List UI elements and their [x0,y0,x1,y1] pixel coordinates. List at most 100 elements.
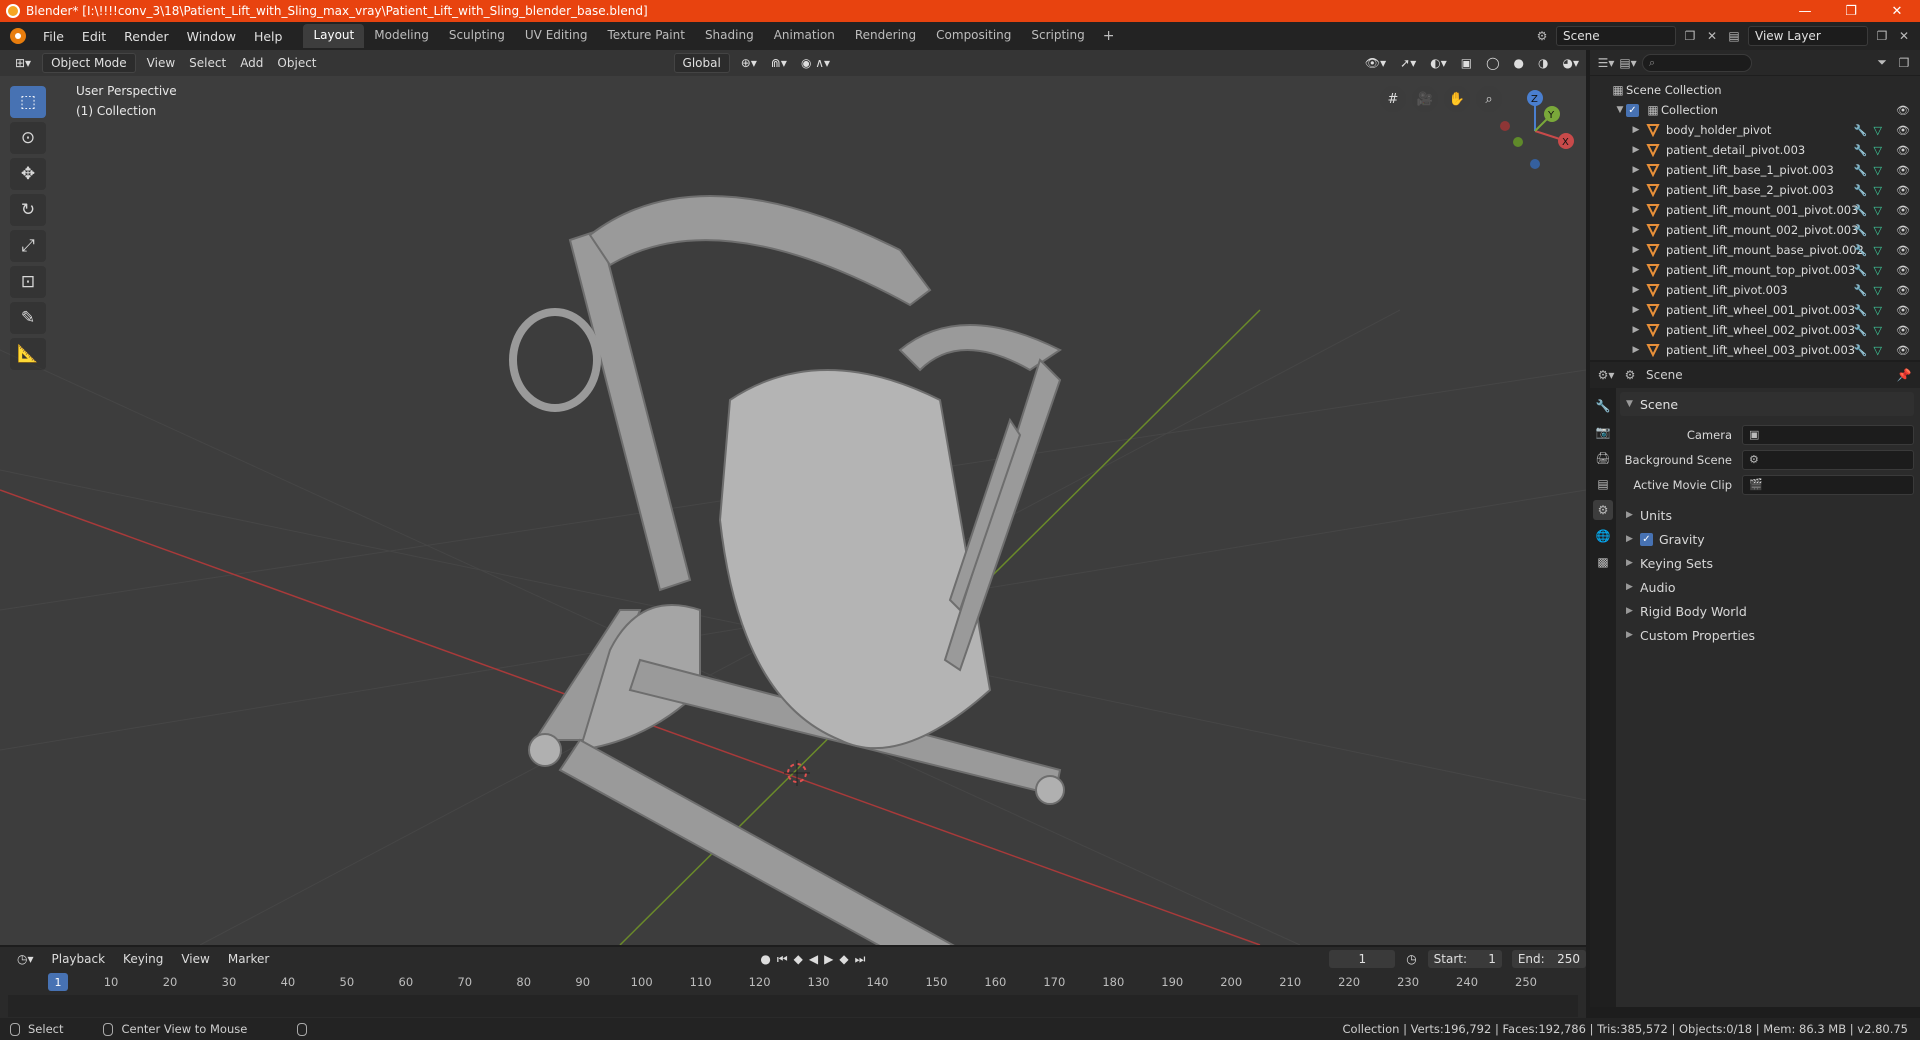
modifier-wrench-icon[interactable]: 🔧 [1854,284,1868,297]
visibility-eye-icon[interactable]: 👁 [1896,324,1910,337]
view-layer-icon[interactable]: ▤ [1726,28,1742,44]
expand-chevron-icon[interactable]: ▶ [1630,245,1642,255]
viewport-menu-view[interactable]: View [140,54,182,72]
modifier-wrench-icon[interactable]: 🔧 [1854,324,1868,337]
visibility-eye-icon[interactable]: 👁 [1896,224,1910,237]
background-scene-field[interactable]: ⚙ [1742,449,1914,470]
cursor-tool-icon[interactable]: ⊙ [10,122,46,154]
next-keyframe-icon[interactable]: ◆ [839,952,848,966]
menu-help[interactable]: Help [245,29,292,44]
modifier-wrench-icon[interactable]: 🔧 [1854,244,1868,257]
expand-chevron-icon[interactable]: ▶ [1630,185,1642,195]
new-scene-icon[interactable]: ❐ [1682,28,1698,44]
clock-icon[interactable]: ◷ [1399,950,1423,968]
mesh-data-icon[interactable]: ▽ [1874,344,1882,357]
gravity-panel[interactable]: ▶ ✓ Gravity [1620,527,1914,551]
keying-sets-panel[interactable]: ▶ Keying Sets [1620,551,1914,575]
keyframe-track[interactable] [8,995,1578,1017]
transform-tool-icon[interactable]: ⊡ [10,266,46,298]
tab-scripting[interactable]: Scripting [1021,24,1094,48]
minimize-button[interactable]: — [1782,4,1828,19]
units-panel[interactable]: ▶ Units [1620,503,1914,527]
mode-dropdown[interactable]: Object Mode [42,53,136,73]
jump-start-icon[interactable]: ⏮ [777,952,788,967]
properties-editor-type-icon[interactable]: ⚙▾ [1598,367,1615,383]
rotate-tool-icon[interactable]: ↻ [10,194,46,226]
custom-properties-panel[interactable]: ▶ Custom Properties [1620,623,1914,647]
start-frame-field[interactable]: Start: 1 [1427,950,1502,968]
tab-sculpting[interactable]: Sculpting [439,24,515,48]
outliner-object-row[interactable]: ▶ patient_lift_mount_001_pivot.003 🔧 ▽ 👁 [1590,200,1920,220]
menu-file[interactable]: File [34,29,73,44]
mesh-data-icon[interactable]: ▽ [1874,144,1882,157]
outliner-object-row[interactable]: ▶ patient_lift_wheel_003_pivot.003 🔧 ▽ 👁 [1590,340,1920,360]
tab-layout[interactable]: Layout [303,24,365,48]
visibility-eye-icon[interactable]: 👁 [1896,284,1910,297]
tab-rendering[interactable]: Rendering [845,24,926,48]
patient-lift-model[interactable] [509,194,1065,945]
outliner-editor-type-icon[interactable]: ☰▾ [1598,55,1615,71]
tab-animation[interactable]: Animation [764,24,845,48]
visibility-eye-icon[interactable]: 👁 [1896,124,1910,137]
end-frame-field[interactable]: End: 250 [1511,950,1586,968]
timeline-view-menu[interactable]: View [174,950,216,968]
outliner-object-row[interactable]: ▶ patient_detail_pivot.003 🔧 ▽ 👁 [1590,140,1920,160]
viewport-menu-object[interactable]: Object [270,54,323,72]
timeline-editor-type-icon[interactable]: ◷▾ [10,950,41,968]
visibility-eye-icon[interactable]: 👁 [1896,144,1910,157]
modifier-wrench-icon[interactable]: 🔧 [1854,144,1868,157]
output-tab-icon[interactable]: 🖨 [1593,448,1613,468]
current-frame-field[interactable]: 1 [1329,950,1396,968]
mesh-data-icon[interactable]: ▽ [1874,244,1882,257]
close-button[interactable]: ✕ [1874,4,1920,19]
pan-hand-icon[interactable]: ✋ [1444,86,1470,112]
marker-menu[interactable]: Marker [221,950,276,968]
proportional-edit-icon[interactable]: ◉ ∧▾ [794,54,837,72]
render-tab-icon[interactable]: 📷 [1593,422,1613,442]
filter-icon[interactable]: ⏷ [1874,55,1890,71]
xray-icon[interactable]: ▣ [1454,54,1479,72]
world-tab-icon[interactable]: 🌐 [1593,526,1613,546]
record-icon[interactable]: ● [760,952,770,966]
outliner-object-row[interactable]: ▶ patient_lift_wheel_001_pivot.003 🔧 ▽ 👁 [1590,300,1920,320]
display-mode-icon[interactable]: ▤▾ [1619,55,1636,71]
solid-shading-icon[interactable]: ● [1507,54,1531,72]
outliner-object-row[interactable]: ▶ patient_lift_mount_base_pivot.002 🔧 ▽ 👁 [1590,240,1920,260]
visibility-eye-icon[interactable]: 👁 [1896,344,1910,357]
tab-compositing[interactable]: Compositing [926,24,1021,48]
scene-icon[interactable]: ⚙ [1534,28,1550,44]
expand-chevron-icon[interactable]: ▶ [1630,325,1642,335]
visibility-eye-icon[interactable]: 👁 [1896,304,1910,317]
mesh-data-icon[interactable]: ▽ [1874,184,1882,197]
3d-cursor[interactable] [784,760,810,786]
menu-edit[interactable]: Edit [73,29,115,44]
mesh-data-icon[interactable]: ▽ [1874,264,1882,277]
visibility-eye-icon[interactable]: 👁 [1896,184,1910,197]
mesh-data-icon[interactable]: ▽ [1874,204,1882,217]
modifier-wrench-icon[interactable]: 🔧 [1854,344,1868,357]
expand-chevron-icon[interactable]: ▶ [1630,265,1642,275]
scene-panel-header[interactable]: ▼ Scene [1620,392,1914,416]
gravity-checkbox[interactable]: ✓ [1640,532,1653,546]
play-icon[interactable]: ▶ [824,952,833,966]
modifier-wrench-icon[interactable]: 🔧 [1854,264,1868,277]
visibility-icon[interactable]: 👁▾ [1358,54,1393,72]
outliner-object-row[interactable]: ▶ body_holder_pivot 🔧 ▽ 👁 [1590,120,1920,140]
outliner-object-row[interactable]: ▶ patient_lift_mount_002_pivot.003 🔧 ▽ 👁 [1590,220,1920,240]
current-frame-indicator[interactable]: 1 [48,973,68,991]
blender-logo-icon[interactable] [10,28,26,44]
mesh-data-icon[interactable]: ▽ [1874,124,1882,137]
navigation-gizmo[interactable]: Z X Y [1490,86,1580,176]
modifier-wrench-icon[interactable]: 🔧 [1854,124,1868,137]
material-shading-icon[interactable]: ◑ [1531,54,1555,72]
scene-name-field[interactable]: Scene [1556,26,1676,46]
texture-tab-icon[interactable]: ▩ [1593,552,1613,572]
outliner-search-input[interactable]: ⌕ [1642,53,1752,72]
rigid-body-world-panel[interactable]: ▶ Rigid Body World [1620,599,1914,623]
collection-checkbox[interactable]: ✓ [1626,103,1639,117]
delete-scene-icon[interactable]: ✕ [1704,28,1720,44]
snap-icon[interactable]: ⋒▾ [764,54,794,72]
visibility-eye-icon[interactable]: 👁 [1896,164,1910,177]
scene-tab-icon[interactable]: ⚙ [1593,500,1613,520]
tab-texture-paint[interactable]: Texture Paint [598,24,695,48]
